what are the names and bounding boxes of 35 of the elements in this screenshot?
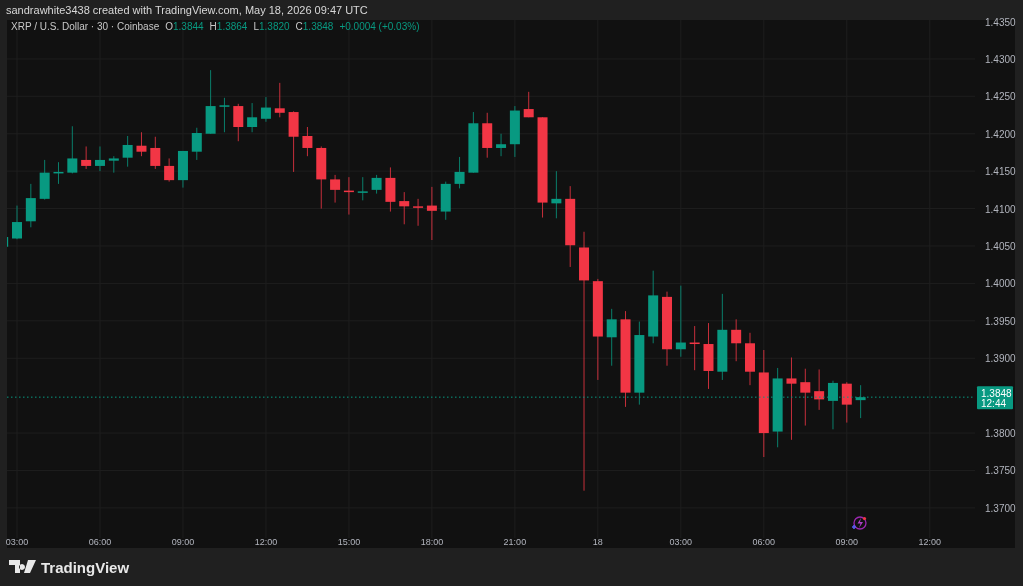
ohlc-value: C1.3848 <box>295 20 334 33</box>
price-axis-label: 1.3950 <box>985 315 1016 327</box>
price-axis-label: 1.4300 <box>985 53 1016 65</box>
time-axis-label: 09:00 <box>835 537 859 547</box>
price-axis-label: 1.4050 <box>985 241 1016 252</box>
price-axis-label: 1.3900 <box>985 353 1016 365</box>
brand-name[interactable]: TradingView <box>41 558 130 576</box>
time-axis-label: 06:00 <box>88 537 112 547</box>
ohlc-value: O1.3844 <box>165 20 204 33</box>
price-axis-label: 1.3800 <box>985 428 1016 440</box>
ohlc-value: L1.3820 <box>253 20 290 33</box>
price-axis-label: 1.4350 <box>985 16 1016 28</box>
price-axis-label: 1.4100 <box>985 203 1016 215</box>
price-axis-label: 1.4200 <box>985 128 1016 140</box>
time-axis-label: 21:00 <box>503 537 527 547</box>
time-axis-label: 12:00 <box>254 537 278 547</box>
time-axis-label: 18:00 <box>420 537 444 547</box>
time-axis-label: 03:00 <box>5 537 29 547</box>
countdown-text: 12:44 <box>981 398 1007 410</box>
time-axis-label: 15:00 <box>337 537 361 547</box>
price-text: 1.3848 <box>981 388 1012 400</box>
price-axis-label: 1.3750 <box>985 465 1016 477</box>
time-axis-label: 03:00 <box>669 537 693 547</box>
symbol-text: XRP / U.S. Dollar · 30 · Coinbase <box>11 20 160 33</box>
price-axis-label: 1.4250 <box>985 91 1016 103</box>
time-axis-label: 09:00 <box>171 537 195 547</box>
time-axis-label: 06:00 <box>752 537 776 547</box>
time-axis-label: 12:00 <box>918 537 942 547</box>
price-axis-label: 1.4000 <box>985 278 1016 290</box>
ohlc-value: H1.3864 <box>209 20 248 33</box>
price-axis-label: 1.3700 <box>985 502 1016 514</box>
time-axis-label: 18 <box>592 537 603 547</box>
price-axis-label: 1.4150 <box>985 166 1016 178</box>
attribution-text: sandrawhite3438 created with TradingView.com, May 18, 2026 09:47 UTC <box>6 4 368 16</box>
change-value: +0.0004 (+0.03%) <box>339 20 420 33</box>
